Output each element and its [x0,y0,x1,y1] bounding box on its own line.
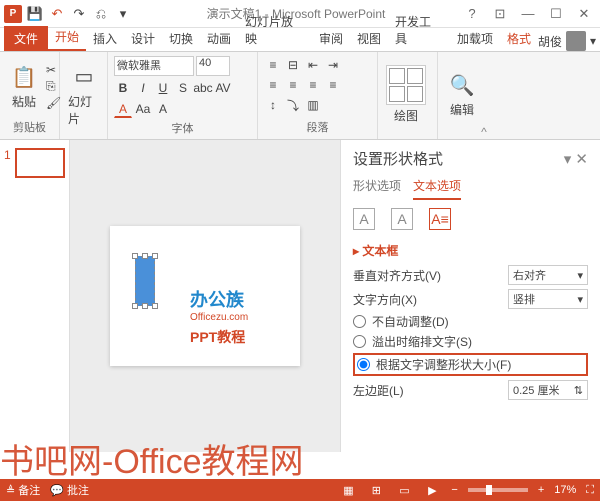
pane-tab-shape[interactable]: 形状选项 [353,177,401,200]
user-name[interactable]: 胡俊 [538,33,562,50]
strike-button[interactable]: S [174,79,192,97]
zoom-out-icon[interactable]: − [451,484,457,496]
sorter-view-icon[interactable]: ⊞ [367,484,385,497]
slide: 办公族 Officezu.com PPT教程 [110,226,300,366]
slide-canvas[interactable]: 办公族 Officezu.com PPT教程 [70,140,340,452]
normal-view-icon[interactable]: ▦ [339,484,357,497]
slideshow-view-icon[interactable]: ▶ [423,484,441,497]
redo-icon[interactable]: ↷ [70,5,88,23]
tab-format[interactable]: 格式 [500,26,538,51]
group-clipboard-label: 剪贴板 [6,119,53,135]
format-painter-icon[interactable]: 🖌 [46,96,61,110]
justify-button[interactable]: ≡ [324,76,342,94]
text-fill-icon[interactable]: A [353,208,375,230]
undo-icon[interactable]: ↶ [48,5,66,23]
minimize-icon[interactable]: — [516,6,540,21]
text-effects-icon[interactable]: A [391,208,413,230]
spacing-button[interactable]: AV [214,79,232,97]
line-spacing-button[interactable]: ↕ [264,96,282,114]
font-color-button[interactable]: A [114,100,132,118]
bullets-button[interactable]: ≡ [264,56,282,74]
shadow-button[interactable]: abc [194,79,212,97]
underline-button[interactable]: U [154,79,172,97]
textbox-icon[interactable]: A≡ [429,208,451,230]
format-pane: 设置形状格式 ▾ ✕ 形状选项 文本选项 A A A≡ ▸ 文本框 垂直对齐方式… [340,140,600,452]
case-button[interactable]: Aa [134,100,152,118]
highlight-button[interactable]: A [154,100,172,118]
cut-icon[interactable]: ✂ [46,63,61,77]
paste-button[interactable]: 📋 粘贴 [6,61,42,112]
file-tab[interactable]: 文件 [4,26,48,51]
repeat-icon[interactable]: ⎌ [92,5,110,23]
tab-developer[interactable]: 开发工具 [388,9,450,51]
indent-inc-button[interactable]: ⇥ [324,56,342,74]
find-icon: 🔍 [446,71,478,99]
tab-insert[interactable]: 插入 [86,26,124,51]
draw-button[interactable]: 绘图 [384,63,428,126]
user-dropdown-icon[interactable]: ▾ [590,34,596,48]
selected-shape[interactable] [135,256,155,306]
autofit-shrink[interactable]: 溢出时缩排文字(S) [353,333,588,350]
zoom-slider[interactable] [468,488,528,492]
tab-slideshow[interactable]: 幻灯片放映 [238,9,312,51]
reading-view-icon[interactable]: ▭ [395,484,413,497]
numbers-button[interactable]: ⊟ [284,56,302,74]
group-font-label: 字体 [114,120,251,136]
slides-button[interactable]: ▭ 幻灯片 [66,61,102,129]
valign-label: 垂直对齐方式(V) [353,267,441,284]
maximize-icon[interactable]: ☐ [544,6,568,22]
text-direction-button[interactable]: ⤵ [284,96,302,114]
help-icon[interactable]: ? [460,6,484,21]
tab-home[interactable]: 开始 [48,24,86,51]
copy-icon[interactable]: ⎘ [46,79,61,94]
margin-left-label: 左边距(L) [353,382,404,399]
qat-dropdown-icon[interactable]: ▾ [114,5,132,23]
margin-left-spinner[interactable]: 0.25 厘米⇅ [508,380,588,400]
new-slide-icon: ▭ [68,63,100,91]
watermark-logo: 办公族 Officezu.com PPT教程 [190,286,248,347]
collapse-ribbon-icon[interactable]: ^ [478,52,490,139]
italic-button[interactable]: I [134,79,152,97]
tab-transition[interactable]: 切换 [162,26,200,51]
notes-button[interactable]: ≜ 备注 [6,482,40,498]
ribbon-options-icon[interactable]: ⊡ [488,6,512,22]
indent-dec-button[interactable]: ⇤ [304,56,322,74]
zoom-level[interactable]: 17% [554,484,576,496]
pane-title: 设置形状格式 [353,148,443,169]
bold-button[interactable]: B [114,79,132,97]
font-name-select[interactable]: 微软雅黑 [114,56,194,76]
valign-select[interactable]: 右对齐▾ [508,265,588,285]
comments-button[interactable]: 💬 批注 [50,482,89,498]
tab-view[interactable]: 视图 [350,26,388,51]
pane-close-icon[interactable]: ▾ ✕ [564,150,588,168]
direction-select[interactable]: 竖排▾ [508,289,588,309]
tab-review[interactable]: 审阅 [312,26,350,51]
fit-window-icon[interactable]: ⛶ [586,484,594,497]
save-icon[interactable]: 💾 [26,5,44,23]
align-right-button[interactable]: ≡ [304,76,322,94]
group-paragraph-label: 段落 [264,119,371,135]
edit-button[interactable]: 🔍 编辑 [444,69,480,120]
tab-animation[interactable]: 动画 [200,26,238,51]
tab-design[interactable]: 设计 [124,26,162,51]
clipboard-icon: 📋 [8,63,40,91]
slide-thumbnail[interactable]: 1 [4,148,65,178]
app-icon: P [4,5,22,23]
pane-tab-text[interactable]: 文本选项 [413,177,461,200]
align-center-button[interactable]: ≡ [284,76,302,94]
close-icon[interactable]: ✕ [572,6,596,22]
font-size-select[interactable]: 40 [196,56,230,76]
tab-addins[interactable]: 加载项 [450,26,500,51]
shapes-icon [386,65,426,105]
section-textbox[interactable]: ▸ 文本框 [353,242,588,259]
direction-label: 文字方向(X) [353,291,417,308]
columns-button[interactable]: ▥ [304,96,322,114]
zoom-in-icon[interactable]: + [538,484,544,496]
avatar[interactable] [566,31,586,51]
autofit-none[interactable]: 不自动调整(D) [353,313,588,330]
autofit-resize[interactable]: 根据文字调整形状大小(F) [353,353,588,376]
align-left-button[interactable]: ≡ [264,76,282,94]
